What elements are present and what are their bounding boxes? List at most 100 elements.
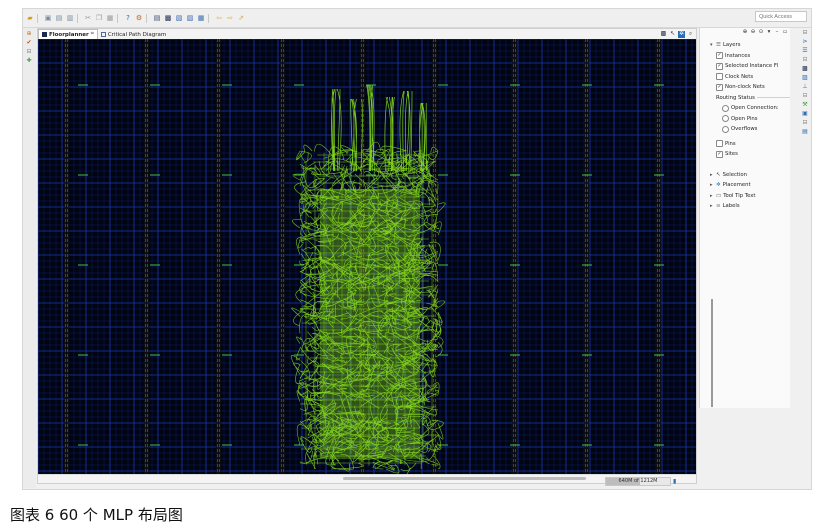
- close-icon[interactable]: ⌗: [91, 31, 94, 38]
- back-icon[interactable]: ⇦: [215, 14, 223, 22]
- radio-icon[interactable]: [722, 104, 729, 112]
- layer-label: Selected Instance Fl: [725, 63, 779, 70]
- option-label: Open Connection:: [731, 105, 779, 112]
- minimize-icon[interactable]: ⊟: [801, 56, 809, 63]
- tools-icon[interactable]: ⚒: [801, 101, 809, 108]
- right-trim-bar: ⊟ ⋗ ☰ ⊟ ▩ ▨ ⊥ ⊟ ⚒ ▣ ⊟ ▤: [800, 28, 811, 168]
- checkbox-unchecked-icon[interactable]: [716, 73, 723, 81]
- section-placement[interactable]: ▸ ✲ Placement: [710, 180, 790, 191]
- select-arrow-icon: ↖: [716, 171, 721, 178]
- minimize-icon[interactable]: ⊟: [801, 119, 809, 126]
- help-icon[interactable]: ?: [124, 14, 132, 22]
- device-icon[interactable]: ▨: [186, 14, 194, 22]
- minimize-icon[interactable]: ⊟: [801, 29, 809, 36]
- checkbox-checked-icon[interactable]: ✓: [716, 62, 723, 70]
- save-all-icon[interactable]: ▤: [55, 14, 63, 22]
- panel-vertical-scrollbar[interactable]: [711, 299, 713, 407]
- schematic-icon[interactable]: ▧: [175, 14, 183, 22]
- maximize-icon[interactable]: ▫: [782, 29, 788, 35]
- print-icon[interactable]: ▥: [66, 14, 74, 22]
- site-column: [64, 39, 69, 475]
- add-icon[interactable]: ✚: [25, 57, 33, 64]
- console-icon[interactable]: ▣: [801, 110, 809, 117]
- menu-icon[interactable]: ▾: [766, 29, 772, 35]
- layer-clock-nets[interactable]: Clock Nets: [710, 72, 790, 83]
- open-icon[interactable]: ▰: [26, 14, 34, 22]
- floorplan-icon[interactable]: ▩: [164, 14, 172, 22]
- forward-icon[interactable]: ⇨: [226, 14, 234, 22]
- select-arrow-icon[interactable]: ↖: [669, 30, 676, 38]
- status-open-connections[interactable]: Open Connection:: [710, 103, 790, 114]
- scrollbar-thumb[interactable]: [343, 477, 586, 480]
- report-icon[interactable]: ▤: [801, 128, 809, 135]
- save-icon[interactable]: ▣: [44, 14, 52, 22]
- zoom-in-icon[interactable]: ⊕: [742, 29, 748, 35]
- tab-critical-path-diagram[interactable]: Critical Path Diagram: [98, 30, 169, 39]
- option-label: Overflows: [731, 126, 758, 133]
- section-selection[interactable]: ▸ ↖ Selection: [710, 170, 790, 181]
- option-label: Open Pins: [731, 115, 758, 122]
- quick-access-input[interactable]: [755, 11, 807, 22]
- checkbox-checked-icon[interactable]: ✓: [716, 52, 723, 60]
- main-toolbar: ▰ ▣ ▤ ▥ ✂ ❐ ▦ ? ⚙ ▤ ▩ ▧ ▨ ▦ ⇦ ⇨ ⇗: [23, 9, 811, 28]
- view-toolbar: ▩ ↖ ✲ ⌕: [658, 29, 694, 39]
- tab-floorplanner[interactable]: Floorplanner ⌗: [38, 29, 98, 39]
- layer-label: Instances: [725, 52, 751, 59]
- radio-icon[interactable]: [722, 125, 729, 133]
- paste-icon[interactable]: ▦: [106, 14, 114, 22]
- garbage-collect-icon[interactable]: ▮: [673, 478, 680, 485]
- layer-label: Pins: [725, 140, 736, 147]
- heap-label: 640M of 1212M: [618, 478, 658, 484]
- status-overflows[interactable]: Overflows: [710, 124, 790, 135]
- section-labels[interactable]: ▸ ≡ Labels: [710, 201, 790, 212]
- zoom-area-icon[interactable]: ⌕: [687, 30, 694, 38]
- status-open-pins[interactable]: Open Pins: [710, 114, 790, 125]
- minimize-icon[interactable]: ⊟: [801, 92, 809, 99]
- layer-non-clock-nets[interactable]: ✓ Non-clock Nets: [710, 82, 790, 93]
- zoom-out-icon[interactable]: ⊖: [750, 29, 756, 35]
- application-window: ▰ ▣ ▤ ▥ ✂ ❐ ▦ ? ⚙ ▤ ▩ ▧ ▨ ▦ ⇦ ⇨ ⇗ ⊕ ✔ ⊟ …: [22, 8, 812, 490]
- zoom-fit-icon[interactable]: ⊙: [758, 29, 764, 35]
- site-column: [656, 39, 661, 475]
- package-icon[interactable]: ▨: [801, 74, 809, 81]
- cut-icon[interactable]: ✂: [84, 14, 92, 22]
- minimize-icon[interactable]: ⊟: [25, 48, 33, 55]
- site-column: [144, 39, 149, 475]
- layers-group-row[interactable]: ▾ ☰ Layers: [710, 40, 790, 51]
- netlist-icon[interactable]: ⋗: [801, 38, 809, 45]
- section-label: Labels: [722, 203, 740, 210]
- layers-icon: ☰: [716, 42, 721, 49]
- floorplan-icon[interactable]: ▩: [660, 30, 667, 38]
- settings-icon[interactable]: ⚙: [135, 14, 143, 22]
- report-icon[interactable]: ▦: [197, 14, 205, 22]
- horizontal-scrollbar[interactable]: [38, 474, 696, 483]
- section-tooltip-text[interactable]: ▸ ▭ Tool Tip Text: [710, 191, 790, 202]
- heap-status[interactable]: 640M of 1212M: [605, 477, 671, 486]
- layout-icon[interactable]: ▤: [153, 14, 161, 22]
- hierarchy-icon[interactable]: ⊥: [801, 83, 809, 90]
- panel-splitter[interactable]: [696, 28, 698, 484]
- toolbar-separator: [208, 13, 209, 23]
- show-nets-icon[interactable]: ✲: [678, 30, 685, 38]
- checkbox-checked-icon[interactable]: ✓: [716, 150, 723, 158]
- radio-icon[interactable]: [722, 115, 729, 123]
- placement-icon: ✲: [716, 182, 721, 189]
- device-view-icon[interactable]: ▩: [801, 65, 809, 72]
- layer-selected-instance[interactable]: ✓ Selected Instance Fl: [710, 61, 790, 72]
- floorplan-canvas[interactable]: [38, 39, 696, 475]
- checkbox-unchecked-icon[interactable]: [716, 140, 723, 148]
- layers-tree: ▾ ☰ Layers ✓ Instances ✓ Selected Instan…: [710, 40, 790, 212]
- pin-icon[interactable]: ✔: [25, 39, 33, 46]
- list-icon[interactable]: ☰: [801, 47, 809, 54]
- perspective-icon[interactable]: ⊕: [25, 30, 33, 37]
- layer-instances[interactable]: ✓ Instances: [710, 51, 790, 62]
- layer-sites[interactable]: ✓ Sites: [710, 149, 790, 160]
- diagram-icon: [100, 32, 106, 37]
- checkbox-checked-icon[interactable]: ✓: [716, 83, 723, 91]
- dense-net-core: [320, 189, 420, 459]
- site-column: [280, 39, 285, 475]
- minimize-icon[interactable]: –: [774, 29, 780, 35]
- run-icon[interactable]: ⇗: [237, 14, 245, 22]
- layer-pins[interactable]: Pins: [710, 139, 790, 150]
- copy-icon[interactable]: ❐: [95, 14, 103, 22]
